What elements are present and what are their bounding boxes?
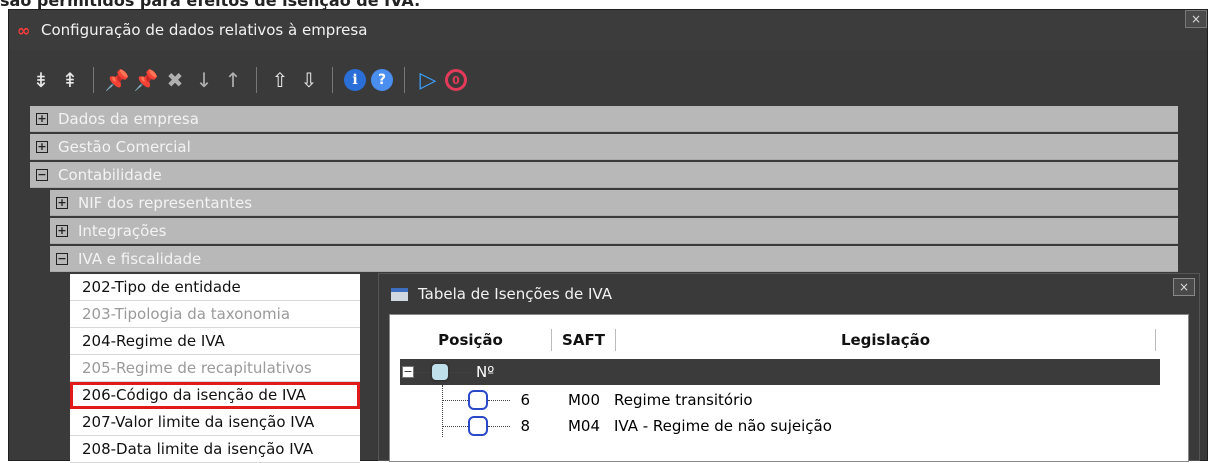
cell-legislacao: IVA - Regime de não sujeição xyxy=(614,417,832,435)
table-row[interactable]: 8 M04 IVA - Regime de não sujeição xyxy=(400,413,1160,439)
group-label: Nº xyxy=(476,363,495,381)
toolbar-separator xyxy=(332,67,333,93)
list-item[interactable]: 202-Tipo de entidade xyxy=(70,274,360,301)
isencoes-dialog: Tabela de Isenções de IVA × Posição SAFT… xyxy=(378,273,1200,462)
parameter-list: 202-Tipo de entidade 203-Tipologia da ta… xyxy=(70,274,360,463)
tree-connector xyxy=(414,371,430,373)
expand-toggle-icon[interactable]: + xyxy=(36,112,48,125)
tree-node-iva-fiscalidade[interactable]: − IVA e fiscalidade xyxy=(50,246,1178,272)
export-icon[interactable]: ⇧ xyxy=(268,67,292,93)
cell-saft: M04 xyxy=(567,417,600,435)
grid-header: Posição SAFT Legislação xyxy=(390,323,1170,357)
expand-all-icon[interactable]: ⇟ xyxy=(29,67,53,93)
collapse-toggle-icon[interactable]: − xyxy=(402,366,414,378)
dialog-grid: Posição SAFT Legislação − Nº 6 M00 Regim… xyxy=(389,314,1189,462)
window-close-button[interactable]: × xyxy=(1185,10,1207,28)
cell-saft: M00 xyxy=(567,391,600,409)
tree-node-label: Integrações xyxy=(78,221,167,240)
tree-connector xyxy=(488,425,510,427)
window-title-bar: ∞ Configuração de dados relativos à empr… xyxy=(9,10,1207,50)
tree-connector xyxy=(488,399,510,401)
toolbar: ⇟ ⇞ 📌 📌 ✖ ↓ ↑ ⇧ ⇩ i ? ▷ 0 xyxy=(9,60,1207,100)
column-header-saft[interactable]: SAFT xyxy=(552,329,616,351)
tree-node-gestao-comercial[interactable]: + Gestão Comercial xyxy=(30,134,1178,160)
tree-node-label: Dados da empresa xyxy=(58,109,199,128)
info-icon[interactable]: i xyxy=(344,69,366,91)
row-node-icon xyxy=(468,390,488,410)
tree-node-integracoes[interactable]: + Integrações xyxy=(50,218,1178,244)
list-item[interactable]: 208-Data limite da isenção IVA xyxy=(70,436,360,463)
group-node-icon xyxy=(430,362,450,382)
tree-node-label: Contabilidade xyxy=(58,165,162,184)
collapse-toggle-icon[interactable]: − xyxy=(56,252,68,265)
tree-node-contabilidade[interactable]: − Contabilidade xyxy=(30,162,1178,188)
collapse-all-icon[interactable]: ⇞ xyxy=(58,67,82,93)
toolbar-separator xyxy=(404,67,405,93)
tree-node-label: IVA e fiscalidade xyxy=(78,249,202,268)
table-row[interactable]: 6 M00 Regime transitório xyxy=(400,387,1160,413)
tree-node-dados-empresa[interactable]: + Dados da empresa xyxy=(30,106,1178,132)
toolbar-separator xyxy=(256,67,257,93)
tree-connector xyxy=(442,399,468,401)
expand-toggle-icon[interactable]: + xyxy=(36,140,48,153)
row-node-icon xyxy=(468,416,488,436)
list-item[interactable]: 204-Regime de IVA xyxy=(70,328,360,355)
list-item-selected[interactable]: 206-Código da isenção de IVA xyxy=(70,382,360,409)
list-item[interactable]: 207-Valor limite da isenção IVA xyxy=(70,409,360,436)
cell-legislacao: Regime transitório xyxy=(614,391,753,409)
window-icon xyxy=(391,287,408,301)
pin-add-icon[interactable]: 📌 xyxy=(105,67,130,93)
dialog-title-bar: Tabela de Isenções de IVA xyxy=(379,274,1199,314)
dialog-close-button[interactable]: × xyxy=(1173,278,1195,296)
window-title: Configuração de dados relativos à empres… xyxy=(41,21,368,39)
arrow-down-icon[interactable]: ↓ xyxy=(192,67,216,93)
expand-toggle-icon[interactable]: + xyxy=(56,196,68,209)
cell-posicao: 8 xyxy=(520,417,530,435)
group-row[interactable]: − Nº xyxy=(400,359,1160,385)
toolbar-separator xyxy=(93,67,94,93)
help-icon[interactable]: ? xyxy=(371,69,393,91)
cell-posicao: 6 xyxy=(520,391,530,409)
tree-node-label: NIF dos representantes xyxy=(78,193,253,212)
list-item[interactable]: 203-Tipologia da taxonomia xyxy=(70,301,360,328)
list-item[interactable]: 205-Regime de recapitulativos xyxy=(70,355,360,382)
column-header-legislacao[interactable]: Legislação xyxy=(616,329,1156,351)
power-icon[interactable]: 0 xyxy=(445,69,467,91)
app-logo-icon: ∞ xyxy=(17,20,31,40)
tree-connector xyxy=(450,371,472,373)
column-header-posicao[interactable]: Posição xyxy=(390,329,552,351)
pin-remove-icon[interactable]: ✖ xyxy=(163,67,187,93)
collapse-toggle-icon[interactable]: − xyxy=(36,168,48,181)
expand-toggle-icon[interactable]: + xyxy=(56,224,68,237)
dialog-title: Tabela de Isenções de IVA xyxy=(418,285,612,303)
tree-node-label: Gestão Comercial xyxy=(58,137,191,156)
tree-connector xyxy=(442,425,468,427)
tree-node-nif-representantes[interactable]: + NIF dos representantes xyxy=(50,190,1178,216)
arrow-up-icon[interactable]: ↑ xyxy=(221,67,245,93)
pin-icon[interactable]: 📌 xyxy=(134,67,159,93)
play-icon[interactable]: ▷ xyxy=(416,67,440,93)
import-icon[interactable]: ⇩ xyxy=(297,67,321,93)
